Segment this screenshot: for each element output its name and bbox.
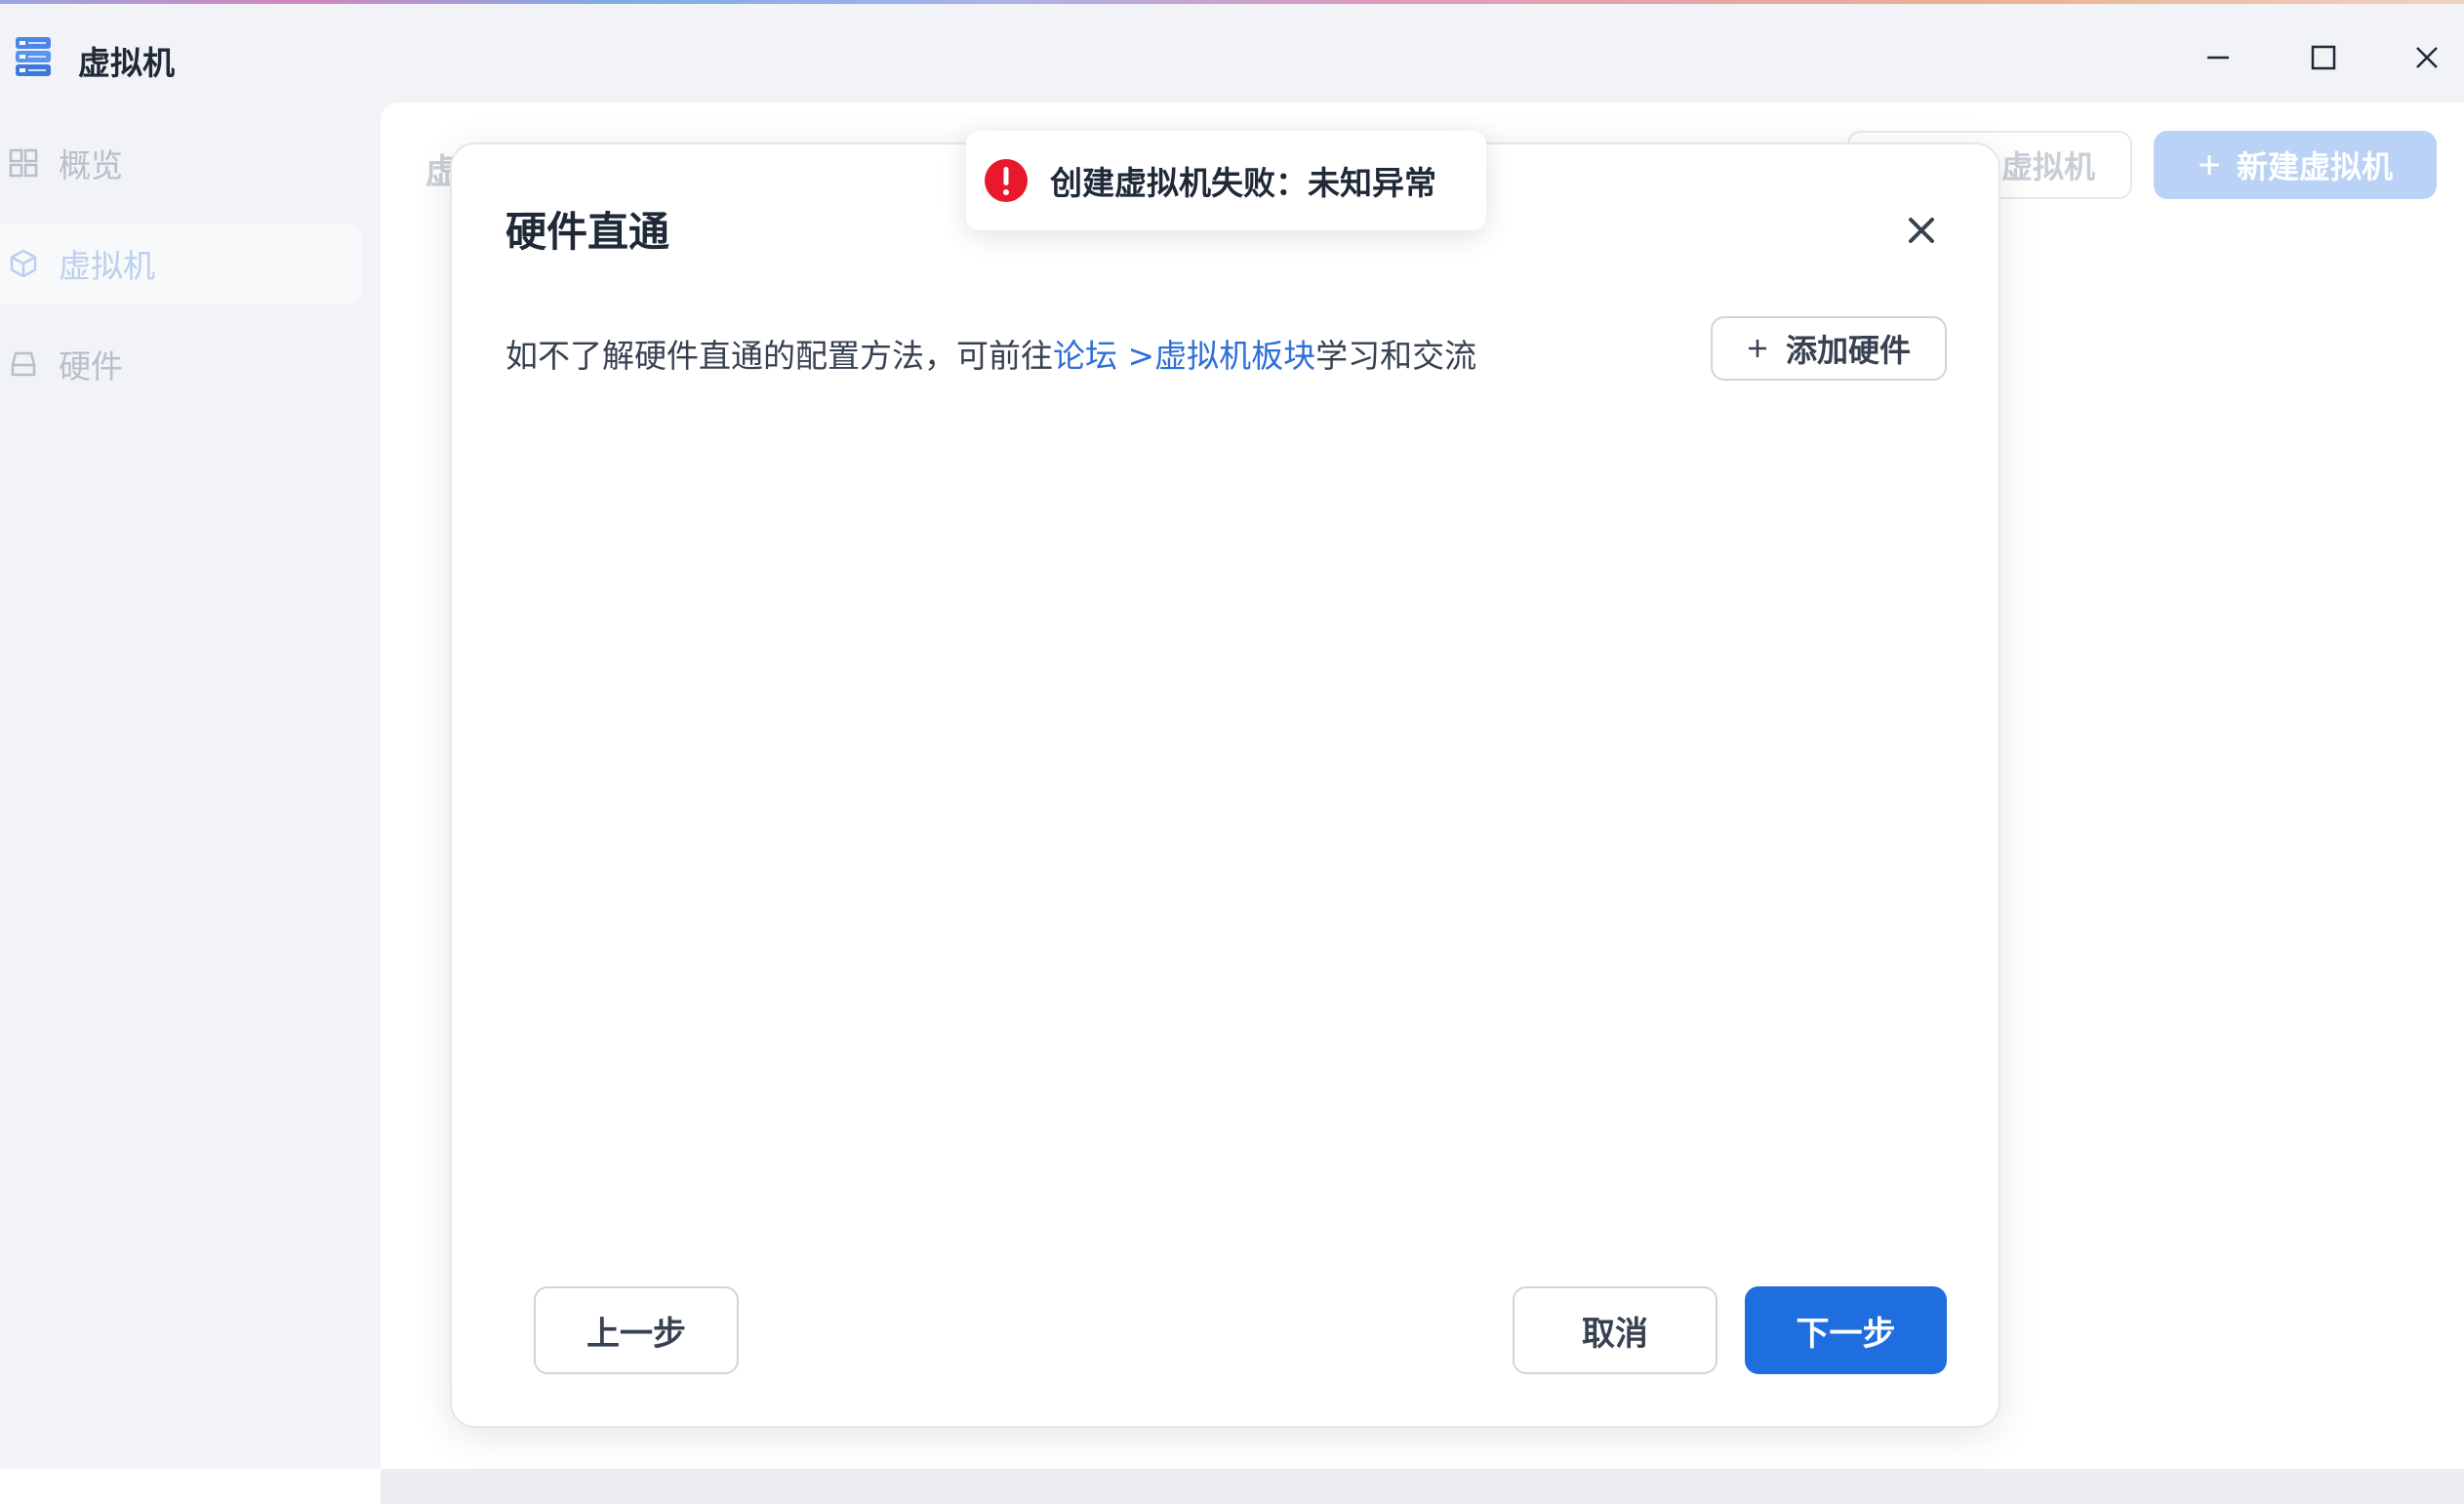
prev-step-label: 上一步 [586,1307,686,1355]
add-hardware-label: 添加硬件 [1786,326,1911,371]
new-vm-button-label: 新建虚拟机 [2237,142,2393,187]
sidebar-item-hardware[interactable]: 硬件 [0,324,361,404]
cancel-button[interactable]: 取消 [1513,1286,1717,1374]
title-bar: 虚拟机 [0,4,2464,102]
next-step-label: 下一步 [1797,1307,1896,1355]
minimize-button[interactable] [2189,33,2247,82]
cube-icon [8,248,39,279]
sidebar-item-label: 概览 [59,140,123,186]
error-icon [984,158,1029,203]
cancel-label: 取消 [1582,1307,1648,1355]
sidebar-item-label: 硬件 [59,341,123,387]
plus-icon [1747,338,1768,359]
maximize-button[interactable] [2294,33,2353,82]
grid-icon [8,147,39,179]
app-title: 虚拟机 [78,37,175,84]
close-icon [1907,216,1936,245]
sidebar-item-virtual-machines[interactable]: 虚拟机 [0,224,361,304]
add-hardware-button[interactable]: 添加硬件 [1711,316,1947,381]
window-close-button[interactable] [2398,33,2456,82]
description-suffix: 学习和交流 [1315,337,1476,375]
forum-link[interactable]: 论坛 >虚拟机板块 [1053,337,1315,375]
sidebar: 概览 虚拟机 硬件 [0,102,381,1469]
maximize-icon [2311,45,2336,70]
vm-secondary-button-label: 虚拟机 [2001,142,2095,187]
next-step-button[interactable]: 下一步 [1745,1286,1947,1374]
toast-message: 创建虚拟机失败：未知异常 [1050,157,1436,204]
prev-step-button[interactable]: 上一步 [534,1286,739,1374]
dialog-close-button[interactable] [1894,203,1949,258]
drive-icon [8,348,39,380]
bottom-strip [0,1469,2464,1504]
close-icon [2414,45,2440,70]
error-toast: 创建虚拟机失败：未知异常 [966,131,1486,230]
server-stack-icon [14,35,53,78]
dialog-description: 如不了解硬件直通的配置方法，可前往论坛 >虚拟机板块学习和交流 [505,330,1476,377]
minimize-icon [2205,45,2231,70]
sidebar-item-overview[interactable]: 概览 [0,123,361,203]
plus-icon [2198,153,2221,177]
description-prefix: 如不了解硬件直通的配置方法，可前往 [505,337,1053,375]
sidebar-item-label: 虚拟机 [59,240,155,287]
new-vm-button[interactable]: 新建虚拟机 [2154,131,2437,199]
hardware-passthrough-dialog: 硬件直通 如不了解硬件直通的配置方法，可前往论坛 >虚拟机板块学习和交流 添加硬… [450,142,2000,1428]
dialog-title: 硬件直通 [505,199,669,259]
